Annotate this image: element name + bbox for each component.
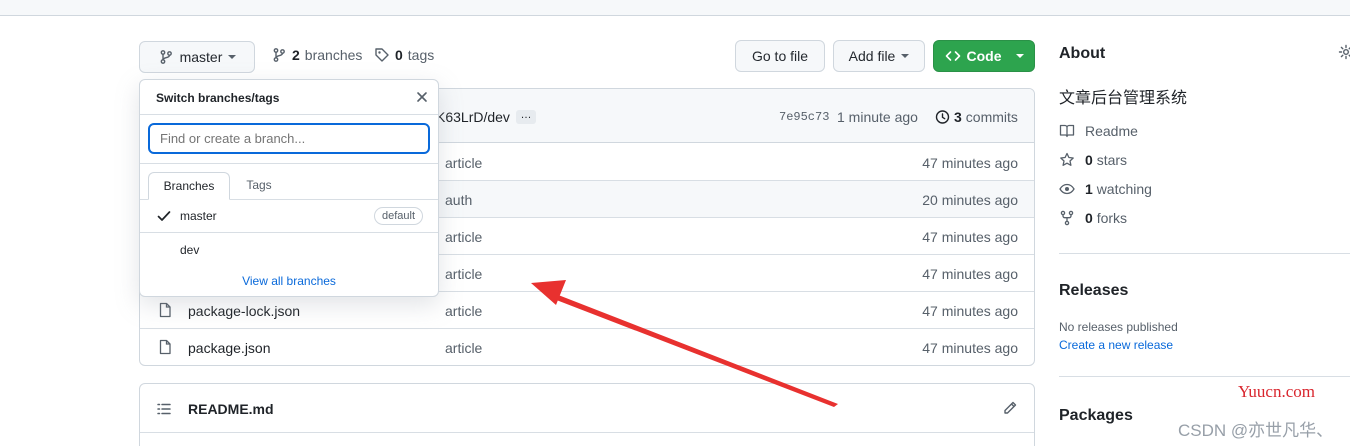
commit-sha[interactable]: 7e95c73: [779, 110, 829, 124]
stars-label: stars: [1096, 152, 1128, 168]
tab-tags-label: Tags: [246, 178, 272, 192]
code-label: Code: [966, 48, 1002, 64]
stars-count: 0: [1085, 152, 1093, 168]
watermark-csdn: CSDN @亦世凡华、: [1178, 421, 1334, 440]
pencil-icon[interactable]: [1002, 400, 1018, 416]
file-commit-message[interactable]: auth: [445, 192, 472, 208]
divider: [1059, 376, 1350, 377]
chevron-down-icon: [1015, 54, 1024, 58]
watching-link[interactable]: 1 watching: [1059, 181, 1152, 197]
file-age: 47 minutes ago: [922, 340, 1018, 356]
file-name[interactable]: package-lock.json: [188, 303, 300, 319]
tag-icon: [374, 47, 390, 63]
file-commit-message[interactable]: article: [445, 266, 482, 282]
code-icon: [945, 48, 961, 64]
packages-heading[interactable]: Packages: [1059, 407, 1133, 425]
add-file-label: Add file: [848, 48, 896, 64]
branches-link[interactable]: 2 branches: [271, 47, 362, 63]
commit-branch-text[interactable]: K63LrD/dev: [436, 109, 510, 125]
about-heading: About: [1059, 45, 1106, 62]
file-commit-message[interactable]: article: [445, 340, 482, 356]
readme-panel: README.md: [139, 383, 1035, 446]
about-description: 文章后台管理系统: [1059, 90, 1188, 107]
branch-select-button[interactable]: master: [139, 41, 255, 73]
check-icon: [157, 210, 171, 222]
view-all-branches-link[interactable]: View all branches: [140, 274, 438, 288]
watching-label: watching: [1096, 181, 1152, 197]
branch-switch-dropdown: Switch branches/tags Branches Tags maste…: [139, 79, 439, 297]
forks-label: forks: [1096, 210, 1128, 226]
forks-count: 0: [1085, 210, 1093, 226]
watching-count: 1: [1085, 181, 1093, 197]
file-commit-message[interactable]: article: [445, 229, 482, 245]
commit-expand-button[interactable]: …: [516, 110, 536, 124]
branch-name: master: [180, 209, 217, 223]
top-strip: [0, 0, 1350, 16]
divider: [1059, 253, 1350, 254]
file-row[interactable]: package.json article 47 minutes ago: [140, 329, 1034, 365]
file-age: 20 minutes ago: [922, 192, 1018, 208]
dropdown-title: Switch branches/tags: [156, 91, 280, 105]
gear-icon[interactable]: [1338, 44, 1350, 60]
tab-branches[interactable]: Branches: [148, 172, 230, 200]
default-badge: default: [373, 207, 423, 225]
file-name[interactable]: package.json: [188, 340, 271, 356]
go-to-file-button[interactable]: Go to file: [735, 40, 825, 72]
stars-link[interactable]: 0 stars: [1059, 152, 1127, 168]
fork-icon: [1059, 210, 1075, 226]
commit-time: 1 minute ago: [837, 109, 918, 125]
commits-link[interactable]: 3 commits: [934, 109, 1018, 125]
branch-name: dev: [180, 243, 200, 257]
file-commit-message[interactable]: article: [445, 155, 482, 171]
divider: [140, 163, 438, 164]
file-row[interactable]: package-lock.json article 47 minutes ago: [140, 292, 1034, 329]
chevron-down-icon: [228, 55, 237, 59]
star-icon: [1059, 152, 1075, 168]
readme-title[interactable]: README.md: [188, 401, 274, 417]
branches-count: 2: [292, 47, 300, 63]
readme-link[interactable]: Readme: [1059, 123, 1138, 139]
watermark-site: Yuucn.com: [1238, 382, 1315, 401]
commits-label: commits: [965, 109, 1018, 125]
file-age: 47 minutes ago: [922, 303, 1018, 319]
file-commit-message[interactable]: article: [445, 303, 482, 319]
branch-item-master[interactable]: master default: [140, 200, 438, 233]
add-file-button[interactable]: Add file: [833, 40, 925, 72]
close-icon[interactable]: [416, 91, 428, 103]
tags-link[interactable]: 0 tags: [374, 47, 434, 63]
forks-link[interactable]: 0 forks: [1059, 210, 1127, 226]
divider: [140, 432, 1034, 433]
file-icon: [157, 339, 173, 355]
releases-heading[interactable]: Releases: [1059, 282, 1128, 300]
code-button[interactable]: Code: [933, 40, 1035, 72]
go-to-file-label: Go to file: [751, 48, 809, 64]
branch-select-label: master: [179, 49, 223, 65]
commits-count: 3: [954, 109, 962, 125]
history-icon: [934, 109, 950, 125]
book-icon: [1059, 123, 1075, 139]
git-branch-icon: [271, 47, 287, 63]
branch-search-input[interactable]: [148, 123, 430, 154]
list-icon[interactable]: [156, 401, 172, 417]
tab-tags[interactable]: Tags: [238, 172, 280, 200]
divider: [140, 114, 438, 115]
branch-item-dev[interactable]: dev: [140, 234, 438, 266]
eye-icon: [1059, 181, 1075, 197]
tags-count: 0: [395, 47, 403, 63]
branches-label: branches: [304, 47, 363, 63]
file-age: 47 minutes ago: [922, 266, 1018, 282]
file-age: 47 minutes ago: [922, 229, 1018, 245]
tab-branches-label: Branches: [163, 179, 215, 193]
create-release-link[interactable]: Create a new release: [1059, 338, 1173, 352]
no-releases-text: No releases published: [1059, 320, 1178, 334]
readme-link-label: Readme: [1085, 123, 1138, 139]
file-age: 47 minutes ago: [922, 155, 1018, 171]
chevron-down-icon: [901, 54, 910, 58]
git-branch-icon: [158, 49, 174, 65]
file-icon: [157, 302, 173, 318]
tags-label: tags: [407, 47, 435, 63]
